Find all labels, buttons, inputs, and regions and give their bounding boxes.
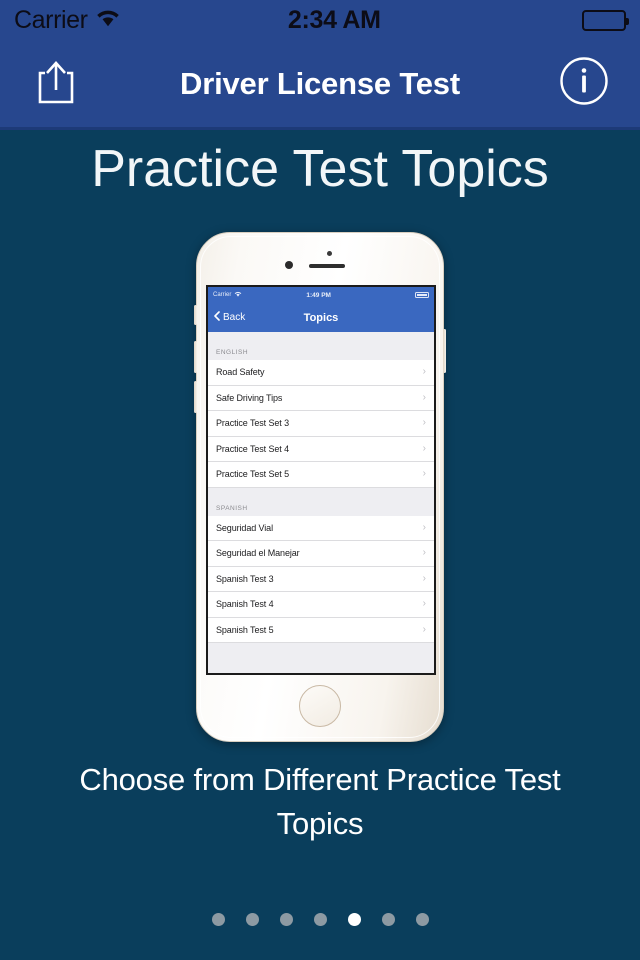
topics-list[interactable]: ENGLISH Road Safety › Safe Driving Tips … xyxy=(208,332,434,673)
chevron-left-icon xyxy=(214,311,220,324)
section-header-english: ENGLISH xyxy=(208,332,434,360)
battery-full-icon xyxy=(415,292,429,298)
front-camera-icon xyxy=(285,261,293,269)
list-item-label: Spanish Test 4 xyxy=(216,599,274,610)
list-item-label: Practice Test Set 5 xyxy=(216,469,289,480)
screen-title: Practice Test Topics xyxy=(91,140,549,198)
chevron-right-icon: › xyxy=(422,417,426,429)
list-item[interactable]: Road Safety › xyxy=(208,360,434,386)
carrier-label: Carrier xyxy=(14,5,88,34)
ios-status-bar: Carrier 2:34 AM xyxy=(0,0,640,40)
page-dot-3[interactable] xyxy=(279,913,293,926)
page-title: Driver License Test xyxy=(180,65,460,101)
chevron-right-icon: › xyxy=(422,598,426,610)
phone-mockup: Carrier 1:49 PM Back Topics ENGLISH Road… xyxy=(194,232,446,742)
chevron-right-icon: › xyxy=(422,442,426,454)
back-button-label: Back xyxy=(223,312,246,323)
silent-switch[interactable] xyxy=(194,305,197,325)
info-circle-icon xyxy=(559,56,609,111)
list-item-label: Seguridad el Manejar xyxy=(216,548,300,559)
chevron-right-icon: › xyxy=(422,468,426,480)
list-item[interactable]: Spanish Test 3 › xyxy=(208,566,434,592)
phone-nav-bar: Back Topics xyxy=(208,303,434,332)
chevron-right-icon: › xyxy=(422,547,426,559)
section-header-spanish: SPANISH xyxy=(208,487,434,516)
list-footer-spacer xyxy=(208,643,434,673)
phone-screen: Carrier 1:49 PM Back Topics ENGLISH Road… xyxy=(206,285,436,675)
list-item[interactable]: Seguridad el Manejar › xyxy=(208,541,434,567)
phone-status-bar: Carrier 1:49 PM xyxy=(208,287,434,303)
list-item[interactable]: Seguridad Vial › xyxy=(208,515,434,541)
list-item[interactable]: Spanish Test 5 › xyxy=(208,617,434,643)
chevron-right-icon: › xyxy=(422,391,426,403)
info-button[interactable] xyxy=(556,56,612,112)
list-item-label: Seguridad Vial xyxy=(216,522,273,533)
list-item[interactable]: Safe Driving Tips › xyxy=(208,385,434,411)
status-bar-time: 2:34 AM xyxy=(287,5,381,34)
page-dot-2[interactable] xyxy=(245,913,259,926)
phone-status-time: 1:49 PM xyxy=(306,291,331,299)
page-dot-4[interactable] xyxy=(313,913,327,926)
status-bar-right xyxy=(582,9,629,31)
list-item-label: Spanish Test 3 xyxy=(216,573,274,584)
power-button[interactable] xyxy=(443,329,446,373)
volume-up-button[interactable] xyxy=(194,341,197,373)
list-item-label: Safe Driving Tips xyxy=(216,392,283,403)
list-item-label: Spanish Test 5 xyxy=(216,624,274,635)
list-item-label: Practice Test Set 3 xyxy=(216,418,289,429)
back-button[interactable]: Back xyxy=(214,311,245,324)
chevron-right-icon: › xyxy=(422,366,426,378)
app-header: Driver License Test xyxy=(0,40,640,130)
page-dot-7[interactable] xyxy=(415,913,429,926)
list-item-label: Road Safety xyxy=(216,367,265,378)
list-item[interactable]: Practice Test Set 4 › xyxy=(208,436,434,462)
list-item[interactable]: Spanish Test 4 › xyxy=(208,592,434,618)
chevron-right-icon: › xyxy=(422,572,426,584)
chevron-right-icon: › xyxy=(422,623,426,635)
list-item[interactable]: Practice Test Set 5 › xyxy=(208,462,434,488)
share-button[interactable] xyxy=(28,56,84,112)
chevron-right-icon: › xyxy=(422,521,426,533)
list-item[interactable]: Practice Test Set 3 › xyxy=(208,411,434,437)
page-indicator[interactable] xyxy=(0,913,640,926)
page-dot-5[interactable] xyxy=(347,913,361,926)
feature-caption: Choose from Different Practice Test Topi… xyxy=(79,762,561,842)
earpiece-speaker-icon xyxy=(309,264,345,268)
page-dot-6[interactable] xyxy=(381,913,395,926)
share-icon xyxy=(34,57,78,110)
list-item-label: Practice Test Set 4 xyxy=(216,443,289,454)
proximity-sensor-icon xyxy=(327,251,332,256)
home-button[interactable] xyxy=(299,685,341,727)
battery-full-icon xyxy=(582,9,629,31)
page-dot-1[interactable] xyxy=(211,913,225,926)
volume-down-button[interactable] xyxy=(194,381,197,413)
